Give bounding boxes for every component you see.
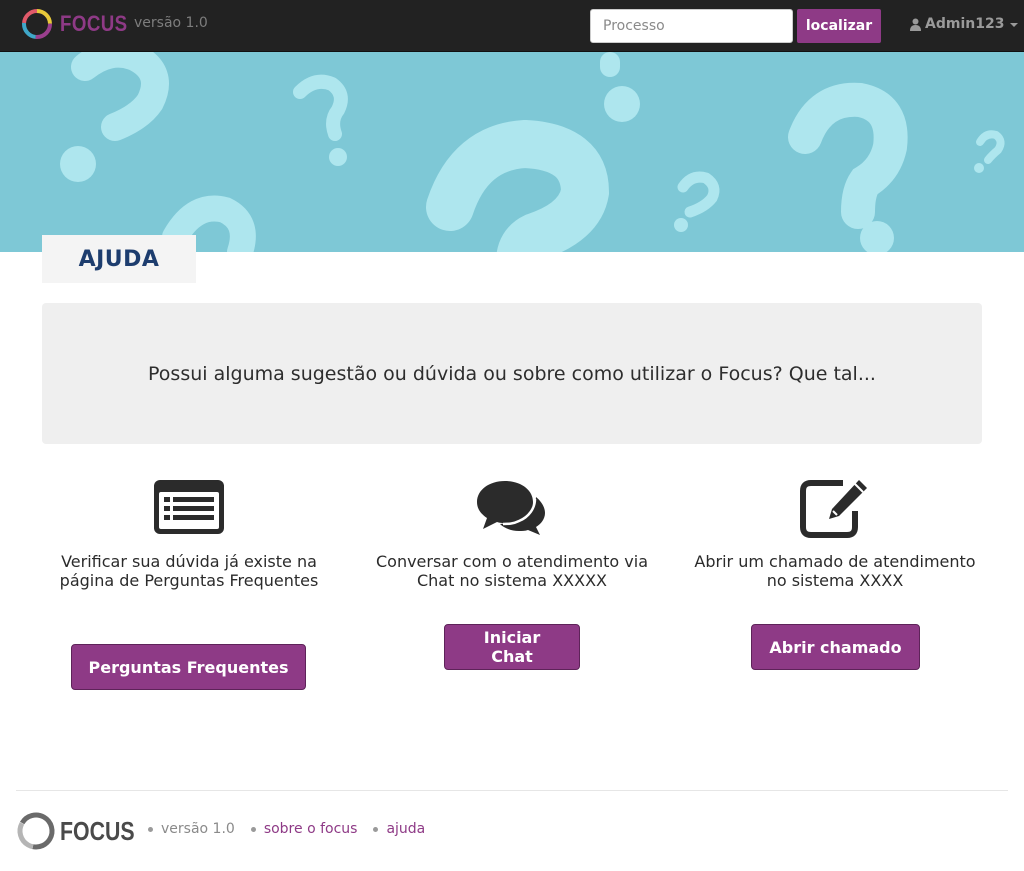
bullet-icon <box>250 826 256 832</box>
bullet-icon <box>373 826 379 832</box>
navbar: FOCUS versão 1.0 localizar Admin123 <box>0 0 1024 52</box>
chat-icon <box>477 481 545 535</box>
open-ticket-button[interactable]: Abrir chamado <box>751 624 920 670</box>
footer-version: versão 1.0 <box>161 821 235 837</box>
user-name: Admin123 <box>925 16 1005 32</box>
faq-button[interactable]: Perguntas Frequentes <box>71 644 306 690</box>
nav-version: versão 1.0 <box>134 15 208 31</box>
footer-brand-name: FOCUS <box>60 815 135 846</box>
brand[interactable]: FOCUS <box>20 6 140 42</box>
focus-logo-icon <box>22 9 52 39</box>
faq-option-text: Verificar sua dúvida já existe na página… <box>59 552 319 590</box>
user-menu[interactable]: Admin123 <box>910 16 1019 32</box>
footer-links: versão 1.0 sobre o focus ajuda <box>148 821 441 837</box>
edit-icon <box>800 480 867 538</box>
focus-footer-logo-icon <box>17 812 55 850</box>
intro-text: Possui alguma sugestão ou dúvida ou sobr… <box>148 362 876 385</box>
help-link[interactable]: ajuda <box>386 821 425 837</box>
chat-option: Conversar com o atendimento via Chat no … <box>362 476 662 670</box>
intro-box: Possui alguma sugestão ou dúvida ou sobr… <box>42 303 982 444</box>
search-button[interactable]: localizar <box>797 9 881 43</box>
ticket-option-text: Abrir um chamado de atendimento no siste… <box>694 552 976 590</box>
question-marks-illustration <box>60 52 1005 252</box>
brand-name: FOCUS <box>60 11 128 36</box>
footer-divider <box>16 790 1008 791</box>
help-banner <box>0 52 1024 252</box>
process-search-input[interactable] <box>590 9 793 43</box>
ticket-option: Abrir um chamado de atendimento no siste… <box>685 476 985 670</box>
bullet-icon <box>148 826 153 832</box>
user-icon <box>910 18 921 31</box>
page-title: AJUDA <box>78 246 160 272</box>
chevron-down-icon <box>1010 23 1019 27</box>
start-chat-button[interactable]: Iniciar Chat <box>444 624 580 670</box>
footer: FOCUS versão 1.0 sobre o focus ajuda <box>16 810 425 852</box>
about-link[interactable]: sobre o focus <box>264 821 358 837</box>
faq-option: Verificar sua dúvida já existe na página… <box>39 476 339 690</box>
list-icon <box>154 480 224 534</box>
chat-option-text: Conversar com o atendimento via Chat no … <box>375 552 649 590</box>
page-title-tab: AJUDA <box>42 235 196 283</box>
